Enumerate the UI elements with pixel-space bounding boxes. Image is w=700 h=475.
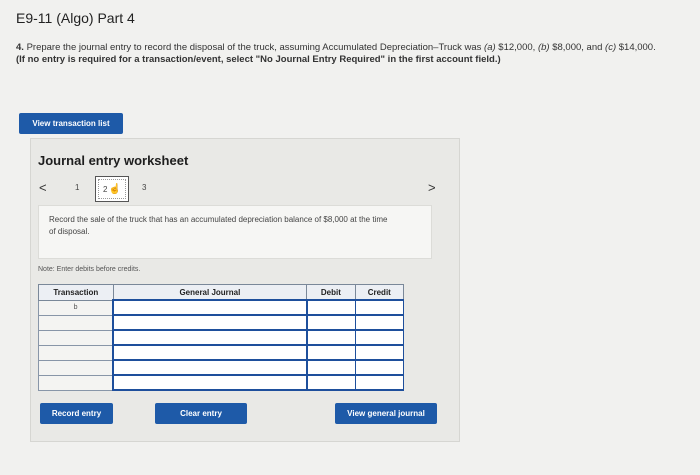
col-header-credit: Credit xyxy=(354,284,405,301)
question-number: 4. xyxy=(16,42,24,53)
debits-note: Note: Enter debits before credits. xyxy=(38,266,141,273)
next-arrow-icon[interactable]: > xyxy=(428,180,436,195)
label-c: (c) xyxy=(605,42,617,53)
account-field[interactable] xyxy=(112,314,308,331)
account-field[interactable] xyxy=(112,374,308,391)
prev-arrow-icon[interactable]: < xyxy=(39,180,47,195)
credit-field[interactable] xyxy=(354,374,405,391)
hand-pointer-icon: ☝ xyxy=(108,183,121,195)
debit-field[interactable] xyxy=(306,299,356,316)
table-row xyxy=(38,314,405,331)
transaction-cell xyxy=(38,374,114,391)
credit-field[interactable] xyxy=(354,299,405,316)
account-field[interactable] xyxy=(112,299,308,316)
page-2-label: 2 xyxy=(103,184,108,194)
worksheet-title: Journal entry worksheet xyxy=(38,153,189,168)
view-general-journal-button[interactable]: View general journal xyxy=(335,403,437,424)
transaction-description-box: Record the sale of the truck that has an… xyxy=(38,205,432,259)
debit-field[interactable] xyxy=(306,344,356,361)
worksheet-pager: < 1 2 ☝ 3 > xyxy=(31,175,459,202)
account-field[interactable] xyxy=(112,359,308,376)
col-header-transaction: Transaction xyxy=(38,284,114,301)
debit-field[interactable] xyxy=(306,359,356,376)
credit-field[interactable] xyxy=(354,344,405,361)
transaction-cell xyxy=(38,314,114,331)
journal-table: Transaction General Journal Debit Credit… xyxy=(38,284,405,391)
page-3-link[interactable]: 3 xyxy=(142,183,146,192)
clear-entry-button[interactable]: Clear entry xyxy=(155,403,247,424)
record-entry-button[interactable]: Record entry xyxy=(40,403,113,424)
credit-field[interactable] xyxy=(354,314,405,331)
question-text: 4. Prepare the journal entry to record t… xyxy=(16,42,656,66)
table-row xyxy=(38,344,405,361)
value-c: $14,000. xyxy=(616,42,656,53)
page-1-link[interactable]: 1 xyxy=(75,183,79,192)
transaction-description: Record the sale of the truck that has an… xyxy=(49,215,388,236)
question-text-a: Prepare the journal entry to record the … xyxy=(26,42,485,53)
journal-entry-worksheet: Journal entry worksheet < 1 2 ☝ 3 > Recor… xyxy=(30,138,460,442)
transaction-cell: b xyxy=(38,299,114,316)
label-a: (a) xyxy=(484,42,496,53)
debit-field[interactable] xyxy=(306,329,356,346)
credit-field[interactable] xyxy=(354,329,405,346)
page-2-current[interactable]: 2 ☝ xyxy=(95,176,129,202)
account-field[interactable] xyxy=(112,344,308,361)
value-b: $8,000, and xyxy=(549,42,606,53)
value-a: $12,000, xyxy=(495,42,538,53)
transaction-cell xyxy=(38,329,114,346)
debit-field[interactable] xyxy=(306,374,356,391)
account-field[interactable] xyxy=(112,329,308,346)
transaction-cell xyxy=(38,344,114,361)
transaction-cell xyxy=(38,359,114,376)
credit-field[interactable] xyxy=(354,359,405,376)
question-instruction: (If no entry is required for a transacti… xyxy=(16,54,501,65)
table-row xyxy=(38,374,405,391)
table-row xyxy=(38,329,405,346)
debit-field[interactable] xyxy=(306,314,356,331)
table-row xyxy=(38,359,405,376)
label-b: (b) xyxy=(537,42,550,53)
view-transaction-list-button[interactable]: View transaction list xyxy=(19,113,123,134)
col-header-debit: Debit xyxy=(306,284,356,301)
page-title: E9-11 (Algo) Part 4 xyxy=(16,10,135,26)
col-header-general-journal: General Journal xyxy=(112,284,308,301)
table-row: b xyxy=(38,299,405,316)
